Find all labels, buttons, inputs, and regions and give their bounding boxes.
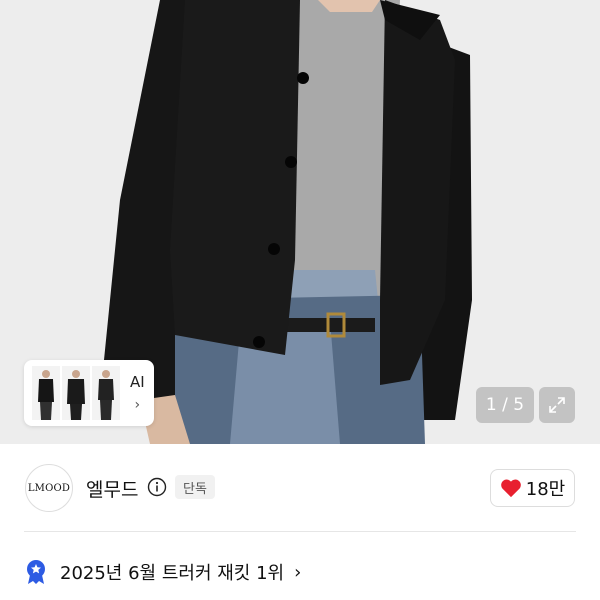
ranking-text: 2025년 6월 트러커 재킷 1위 [60,563,285,584]
seller-row: LMOOD 엘무드 단독 18만 [0,458,600,518]
ai-label: AI [130,373,145,391]
info-circle-icon[interactable] [147,477,167,497]
chevron-right-icon: › [134,397,141,413]
ai-lookbook-card[interactable]: AI › [24,360,154,426]
chevron-right-icon: › [294,561,302,583]
like-count: 18만 [525,479,566,500]
like-button[interactable]: 18만 [490,469,575,507]
ranking-link[interactable]: 2025년 6월 트러커 재킷 1위 › [24,556,301,588]
expand-arrows-icon [549,397,565,413]
ai-thumbnail [92,366,120,420]
expand-image-button[interactable] [539,387,575,423]
seller-name[interactable]: 엘무드 [86,475,138,502]
ai-thumbnail [62,366,90,420]
exclusive-badge: 단독 [175,475,215,499]
ribbon-star-icon [27,560,45,584]
divider [24,531,576,532]
ai-thumbnail [32,366,60,420]
ai-thumbnail-strip [32,366,122,420]
product-image[interactable]: AI › 1 / 5 [0,0,600,444]
seller-avatar[interactable]: LMOOD [25,464,73,512]
seller-logo-text: LMOOD [27,482,71,494]
image-pager: 1 / 5 [476,387,534,423]
heart-icon [500,479,521,498]
